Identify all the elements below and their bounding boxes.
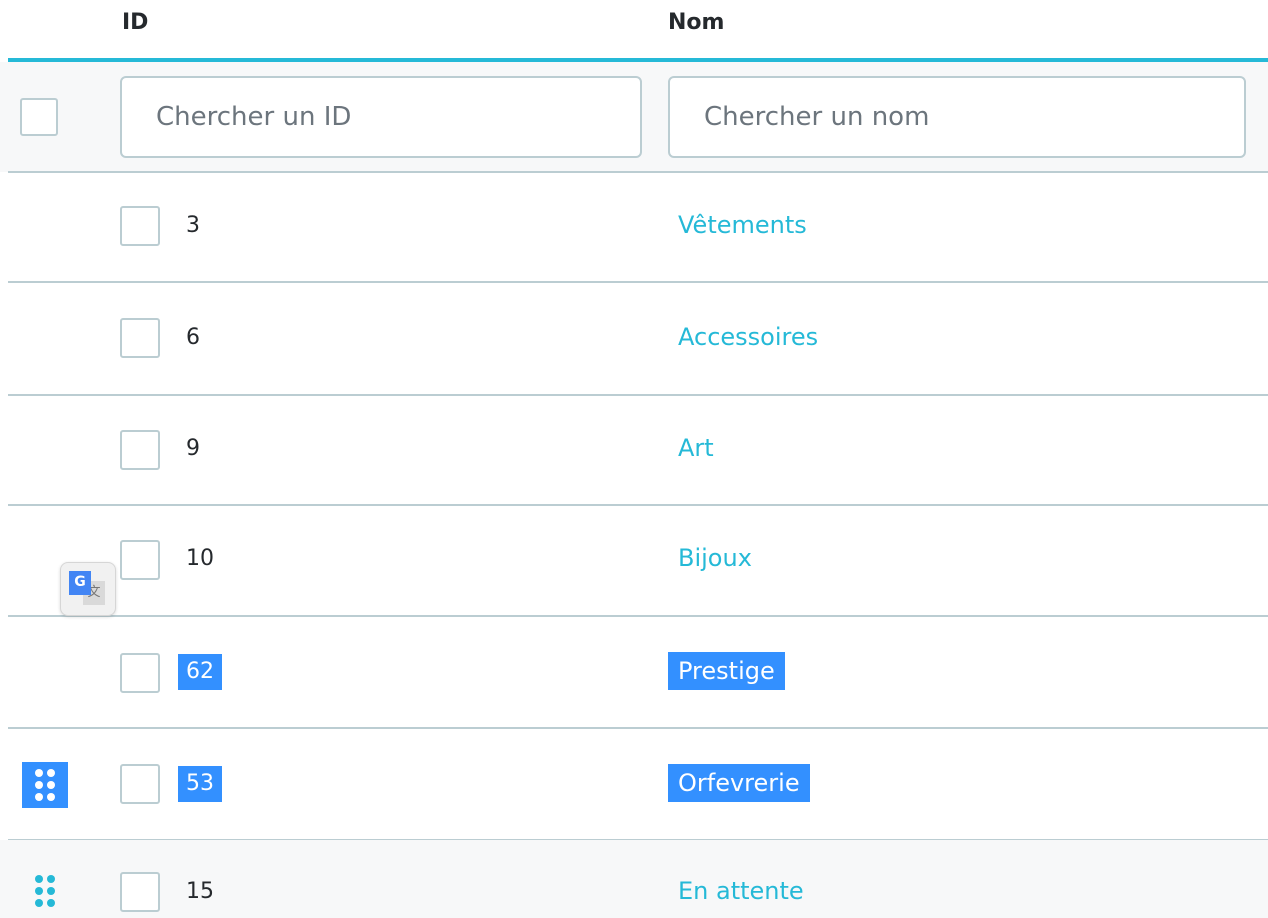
row-checkbox[interactable] (120, 764, 160, 804)
table-row[interactable]: 10 Bijoux (0, 505, 1268, 615)
search-id-input[interactable] (120, 76, 642, 158)
select-all-checkbox[interactable] (20, 98, 58, 136)
row-name-link[interactable]: Prestige (668, 652, 785, 690)
row-id: 6 (186, 325, 200, 350)
table-row[interactable]: 3 Vêtements (0, 172, 1268, 282)
row-name-link[interactable]: Bijoux (668, 539, 762, 577)
row-checkbox[interactable] (120, 430, 160, 470)
row-name-link[interactable]: Accessoires (668, 318, 828, 356)
row-checkbox[interactable] (120, 540, 160, 580)
filter-row (0, 62, 1268, 172)
table-row[interactable]: 53 Orfevrerie (0, 728, 1268, 838)
row-checkbox[interactable] (120, 872, 160, 912)
translate-source-icon: G (69, 571, 91, 595)
row-name-link[interactable]: Orfevrerie (668, 764, 810, 802)
row-name-link[interactable]: Art (668, 429, 724, 467)
row-name-link[interactable]: En attente (668, 872, 814, 910)
table-row[interactable]: 62 Prestige (0, 616, 1268, 726)
drag-handle-icon[interactable] (22, 762, 68, 808)
drag-handle-icon[interactable] (22, 868, 68, 914)
row-id: 15 (186, 879, 214, 904)
row-checkbox[interactable] (120, 653, 160, 693)
row-id: 53 (178, 766, 222, 802)
table-row[interactable]: 9 Art (0, 395, 1268, 505)
row-id: 3 (186, 213, 200, 238)
google-translate-icon[interactable]: 文 G (60, 562, 116, 616)
row-checkbox[interactable] (120, 206, 160, 246)
row-checkbox[interactable] (120, 318, 160, 358)
table-row[interactable]: 15 En attente (0, 840, 1268, 918)
column-header-id[interactable]: ID (122, 10, 148, 35)
row-id: 62 (178, 654, 222, 690)
row-id: 9 (186, 436, 200, 461)
row-name-link[interactable]: Vêtements (668, 206, 817, 244)
search-name-input[interactable] (668, 76, 1246, 158)
category-table: ID Nom 3 Vêtements 6 Accessoires 9 Art 1… (0, 0, 1268, 918)
table-header: ID Nom (0, 0, 1268, 60)
table-row[interactable]: 6 Accessoires (0, 282, 1268, 392)
column-header-name[interactable]: Nom (668, 10, 724, 35)
row-id: 10 (186, 546, 214, 571)
